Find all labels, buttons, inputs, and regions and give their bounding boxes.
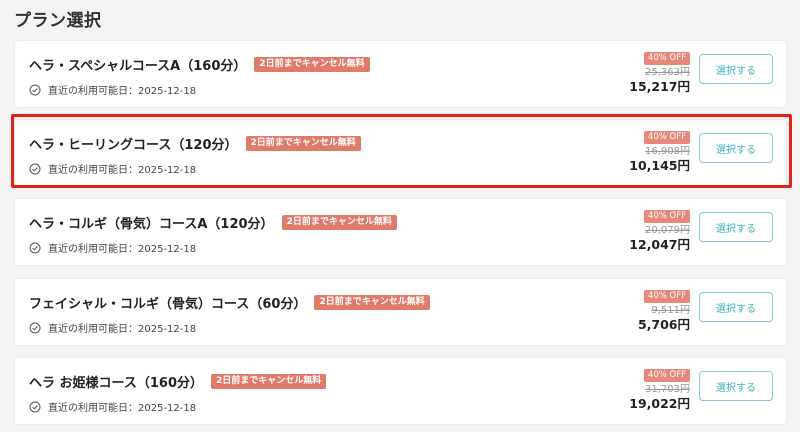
plan-name: ヘラ お姫様コース（160分） (29, 376, 204, 391)
price-block: 40% OFF 25,363円 15,217円 (629, 52, 690, 94)
plan-card: フェイシャル・コルギ（骨気）コース（60分） 2日前までキャンセル無料 直近の利… (14, 278, 787, 346)
price-block: 40% OFF 9,511円 5,706円 (638, 290, 690, 332)
availability-date: 直近の利用可能日：2025-12-18 (48, 244, 197, 255)
availability-date: 直近の利用可能日：2025-12-18 (48, 403, 197, 414)
original-price: 25,363円 (645, 67, 690, 78)
original-price: 16,908円 (645, 146, 690, 157)
final-price: 12,047円 (629, 237, 690, 252)
discount-badge: 40% OFF (643, 369, 690, 382)
check-circle-icon (29, 163, 41, 174)
select-button[interactable]: 選択する (699, 371, 773, 401)
plan-name: ヘラ・コルギ（骨気）コースA（120分） (29, 217, 274, 232)
plan-name-row: ヘラ・スペシャルコースA（160分） 2日前までキャンセル無料 (29, 55, 370, 74)
final-price: 10,145円 (629, 158, 690, 173)
original-price: 9,511円 (651, 305, 690, 316)
final-price: 19,022円 (629, 396, 690, 411)
final-price: 15,217円 (629, 79, 690, 94)
select-button[interactable]: 選択する (699, 54, 773, 84)
final-price: 5,706円 (637, 317, 690, 332)
check-circle-icon (29, 242, 41, 253)
availability-date: 直近の利用可能日：2025-12-18 (48, 86, 197, 97)
plan-card: ヘラ・コルギ（骨気）コースA（120分） 2日前までキャンセル無料 直近の利用可… (14, 198, 787, 266)
discount-badge: 40% OFF (643, 210, 690, 223)
select-button[interactable]: 選択する (699, 212, 773, 242)
availability-date: 直近の利用可能日：2025-12-18 (48, 165, 197, 176)
plan-card: ヘラ・スペシャルコースA（160分） 2日前までキャンセル無料 直近の利用可能日… (14, 40, 787, 108)
original-price: 31,703円 (645, 384, 690, 395)
select-button[interactable]: 選択する (699, 292, 773, 322)
cancel-policy-badge: 2日前までキャンセル無料 (245, 136, 361, 151)
availability-row: 直近の利用可能日：2025-12-18 (29, 399, 196, 414)
plan-card: ヘラ お姫様コース（160分） 2日前までキャンセル無料 直近の利用可能日：20… (14, 357, 787, 425)
availability-row: 直近の利用可能日：2025-12-18 (29, 320, 196, 335)
availability-row: 直近の利用可能日：2025-12-18 (29, 240, 196, 255)
discount-badge: 40% OFF (643, 52, 690, 65)
page-title: プラン選択 (14, 11, 102, 31)
check-circle-icon (29, 401, 41, 412)
plan-name-row: ヘラ お姫様コース（160分） 2日前までキャンセル無料 (29, 372, 327, 391)
plan-name: ヘラ・ヒーリングコース（120分） (29, 138, 238, 153)
plan-name: ヘラ・スペシャルコースA（160分） (29, 59, 247, 74)
check-circle-icon (29, 84, 41, 95)
price-block: 40% OFF 31,703円 19,022円 (629, 369, 690, 411)
plan-name-row: ヘラ・コルギ（骨気）コースA（120分） 2日前までキャンセル無料 (29, 213, 397, 232)
discount-badge: 40% OFF (643, 131, 690, 144)
original-price: 20,079円 (645, 225, 690, 236)
price-block: 40% OFF 20,079円 12,047円 (629, 210, 690, 252)
check-circle-icon (29, 322, 41, 333)
cancel-policy-badge: 2日前までキャンセル無料 (211, 374, 327, 389)
price-block: 40% OFF 16,908円 10,145円 (629, 131, 690, 173)
availability-row: 直近の利用可能日：2025-12-18 (29, 82, 196, 97)
discount-badge: 40% OFF (643, 290, 690, 303)
select-button[interactable]: 選択する (699, 133, 773, 163)
plan-card: ヘラ・ヒーリングコース（120分） 2日前までキャンセル無料 直近の利用可能日：… (14, 119, 787, 187)
plan-name-row: フェイシャル・コルギ（骨気）コース（60分） 2日前までキャンセル無料 (29, 293, 430, 312)
cancel-policy-badge: 2日前までキャンセル無料 (281, 215, 397, 230)
cancel-policy-badge: 2日前までキャンセル無料 (314, 295, 430, 310)
plan-name-row: ヘラ・ヒーリングコース（120分） 2日前までキャンセル無料 (29, 134, 361, 153)
plan-name: フェイシャル・コルギ（骨気）コース（60分） (29, 297, 307, 312)
availability-date: 直近の利用可能日：2025-12-18 (48, 324, 197, 335)
availability-row: 直近の利用可能日：2025-12-18 (29, 161, 196, 176)
cancel-policy-badge: 2日前までキャンセル無料 (254, 57, 370, 72)
